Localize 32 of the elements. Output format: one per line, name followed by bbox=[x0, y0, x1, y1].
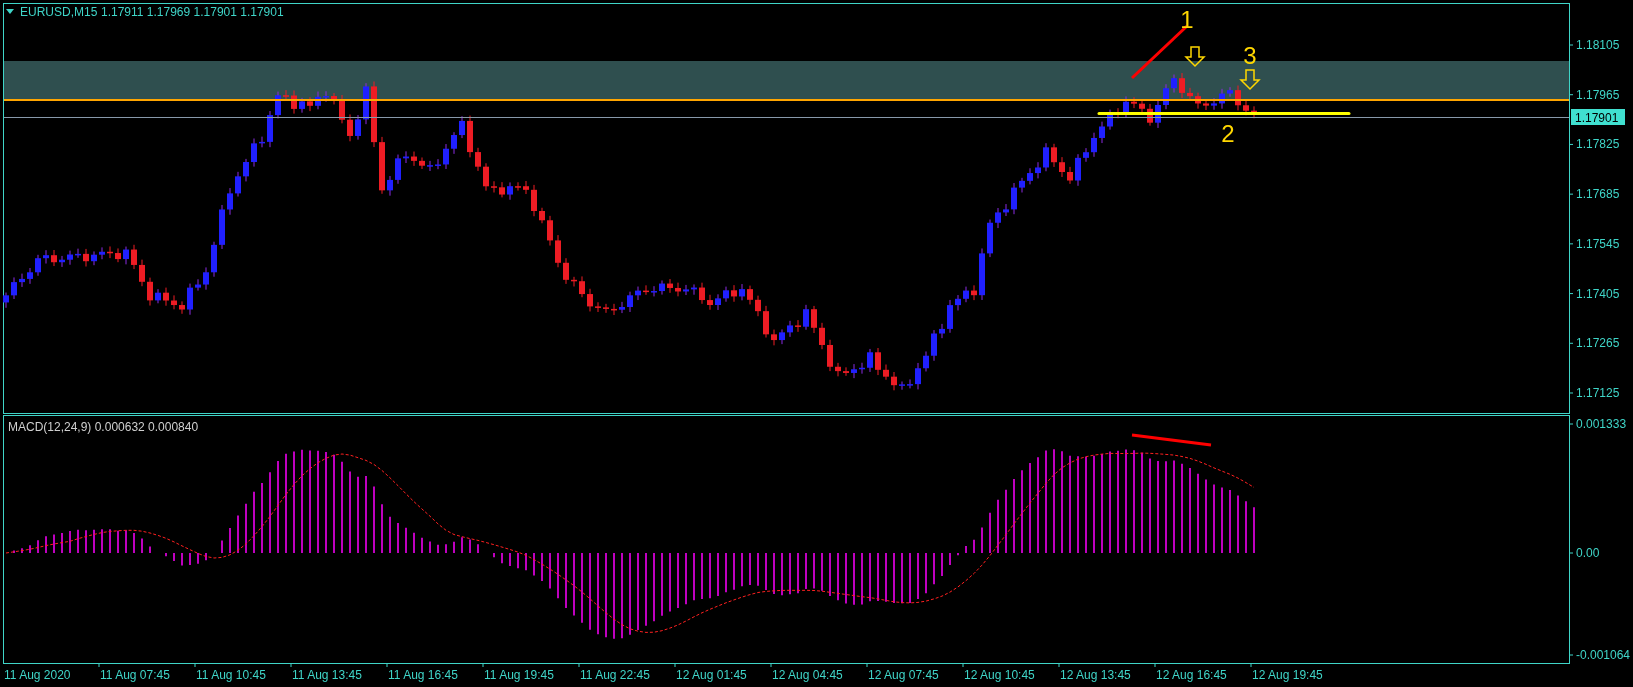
time-label: 11 Aug 10:45 bbox=[196, 668, 266, 682]
time-label: 11 Aug 19:45 bbox=[484, 668, 554, 682]
time-label: 12 Aug 01:45 bbox=[676, 668, 747, 682]
annotation-label: 1 bbox=[1180, 6, 1194, 33]
annotation-label: 2 bbox=[1221, 120, 1235, 147]
time-label: 12 Aug 13:45 bbox=[1060, 668, 1131, 682]
price-tick-label: 1.18105 bbox=[1576, 38, 1620, 52]
macd-label: MACD(12,24,9) 0.000632 0.000840 bbox=[8, 420, 199, 434]
time-label: 11 Aug 07:45 bbox=[100, 668, 170, 682]
price-tick-label: 1.17825 bbox=[1576, 137, 1620, 152]
price-tick-label: 1.17685 bbox=[1576, 187, 1620, 202]
time-label: 12 Aug 16:45 bbox=[1156, 668, 1227, 682]
price-tick-label: 1.17125 bbox=[1576, 386, 1620, 400]
time-label: 12 Aug 10:45 bbox=[964, 668, 1035, 682]
time-label: 11 Aug 22:45 bbox=[580, 668, 650, 682]
time-label: 12 Aug 07:45 bbox=[868, 668, 939, 682]
macd-tick-label: -0.001064 bbox=[1576, 648, 1631, 662]
time-label: 12 Aug 19:45 bbox=[1252, 668, 1323, 682]
current-price-tag: 1.17901 bbox=[1571, 109, 1625, 125]
price-tick-label: 1.17545 bbox=[1576, 236, 1620, 251]
annotation-label: 3 bbox=[1243, 42, 1257, 69]
price-tick-label: 1.17405 bbox=[1576, 286, 1620, 301]
macd-tick-label: 0.001333 bbox=[1576, 417, 1627, 431]
price-tick-label: 1.17265 bbox=[1576, 336, 1620, 351]
time-label: 11 Aug 13:45 bbox=[292, 668, 362, 682]
time-label: 11 Aug 2020 bbox=[4, 668, 71, 682]
time-label: 12 Aug 04:45 bbox=[772, 668, 843, 682]
price-tick-label: 1.17965 bbox=[1576, 87, 1620, 102]
symbol-label: EURUSD,M15 bbox=[20, 5, 98, 19]
ohlc-values: 1.17911 1.17969 1.17901 1.17901 bbox=[101, 5, 284, 19]
time-label: 11 Aug 16:45 bbox=[388, 668, 458, 682]
macd-tick-label: 0.00 bbox=[1576, 546, 1600, 560]
